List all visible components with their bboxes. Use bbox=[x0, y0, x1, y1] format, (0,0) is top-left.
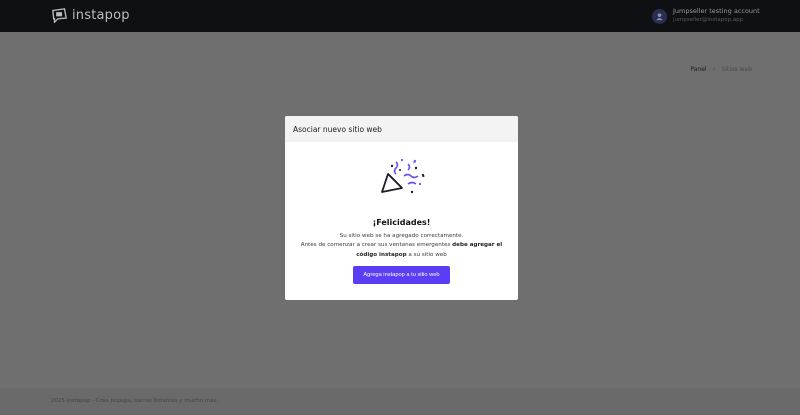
top-navbar: instapop Jumpseller testing account jump… bbox=[0, 0, 800, 32]
footer: 2025 instapop - Crea popups, barras flot… bbox=[0, 388, 800, 415]
modal-title: Asociar nuevo sitio web bbox=[293, 124, 382, 134]
instapop-logo-icon bbox=[52, 8, 67, 23]
breadcrumb-panel[interactable]: Panel bbox=[690, 66, 706, 73]
footer-text: 2025 instapop - Crea popups, barras flot… bbox=[51, 398, 219, 404]
logo-text: instapop bbox=[72, 8, 130, 23]
message-line-2-prefix: Antes de comenzar a crear sus ventanas e… bbox=[300, 242, 453, 249]
message-line-2-suffix: a su sitio web bbox=[406, 251, 447, 258]
user-avatar-icon bbox=[652, 8, 667, 24]
modal-message: Su sitio web se ha agregado correctament… bbox=[293, 232, 510, 260]
congrats-heading: ¡Felicidades! bbox=[372, 218, 431, 227]
party-popper-icon bbox=[381, 158, 425, 194]
add-instapop-button[interactable]: Agrega instapop a tu sitio web bbox=[353, 266, 450, 284]
associate-website-modal: Asociar nuevo sitio web ¡Felicidades! Su… bbox=[285, 116, 518, 300]
breadcrumb: Panel › Sitios web bbox=[690, 65, 752, 73]
logo[interactable]: instapop bbox=[51, 8, 130, 23]
breadcrumb-sitios-web: Sitios web bbox=[721, 65, 752, 73]
account-email: jumpseller@instapop.app bbox=[673, 17, 744, 23]
message-line-1: Su sitio web se ha agregado correctament… bbox=[339, 233, 464, 239]
account-menu[interactable]: Jumpseller testing account jumpseller@in… bbox=[652, 7, 760, 25]
modal-header: Asociar nuevo sitio web bbox=[285, 116, 518, 142]
account-name: Jumpseller testing account bbox=[673, 7, 760, 15]
chevron-right-icon: › bbox=[712, 65, 716, 73]
